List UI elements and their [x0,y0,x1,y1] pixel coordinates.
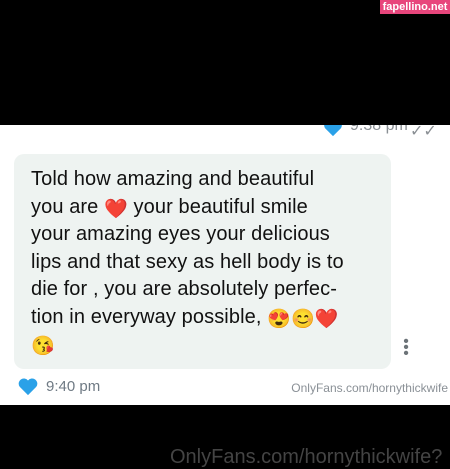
site-watermark: fapellino.net [380,0,450,14]
bottom-overlay-link: OnlyFans.com/hornythickwife? [170,446,443,468]
message-text: Told how amazing and beautiful you are ❤… [31,168,344,357]
heart-eyes-emoji: 😍 [267,308,291,330]
profile-link[interactable]: OnlyFans.com/hornythickwife [291,381,448,395]
smiling-face-emoji: 😊 [290,308,315,330]
red-heart-emoji: ❤️ [314,308,339,330]
more-options-icon[interactable]: • • • [403,334,409,362]
kiss-face-emoji: 😘 [31,336,55,357]
like-icon[interactable] [322,125,344,137]
message-time: 9:40 pm [46,378,101,395]
previous-message-time: 9:38 pm [350,125,408,134]
message-bubble: Told how amazing and beautiful you are ❤… [14,154,391,369]
red-heart-emoji: ❤️ [104,198,128,220]
chat-panel: 9:38 pm ✓✓ Told how amazing and beautifu… [0,125,450,405]
read-receipt-icon: ✓✓ [410,125,437,140]
like-icon[interactable] [17,377,39,396]
